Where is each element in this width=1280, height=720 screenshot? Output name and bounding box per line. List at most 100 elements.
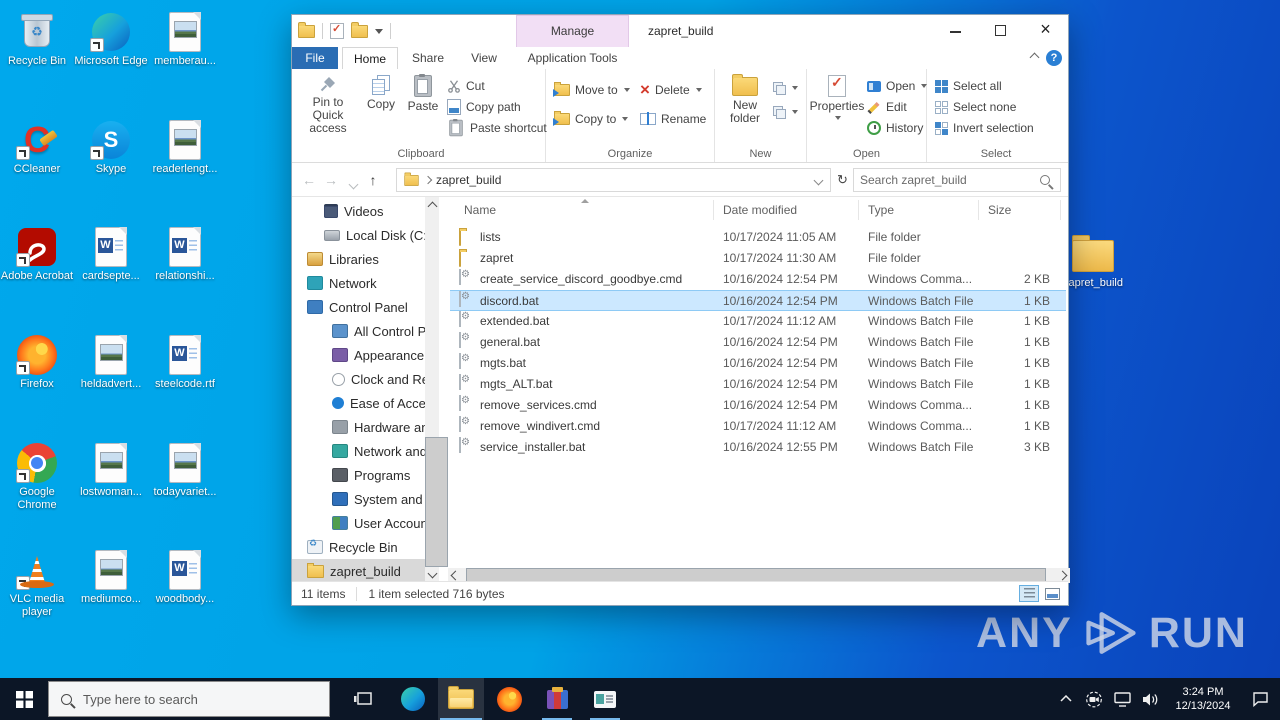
nav-item-system-security[interactable]: System and Se [292, 487, 425, 511]
invert-selection-button[interactable]: Invert selection [935, 119, 1034, 137]
file-row[interactable]: extended.bat 10/17/2024 11:12 AM Windows… [450, 311, 1066, 332]
nav-item-hardware-sound[interactable]: Hardware and [292, 415, 425, 439]
taskbar-explorer-button[interactable] [438, 678, 484, 720]
start-button[interactable] [0, 678, 48, 720]
collapse-ribbon-icon[interactable] [1030, 51, 1040, 61]
file-row[interactable]: lists 10/17/2024 11:05 AM File folder [450, 227, 1066, 248]
copy-to-button[interactable]: Copy to [554, 110, 628, 128]
desktop-icon-woodbody[interactable]: woodbody... [148, 550, 222, 606]
nav-item-videos[interactable]: Videos [292, 199, 425, 223]
volume-tray-button[interactable] [1140, 678, 1160, 720]
nav-item-recycle-bin[interactable]: Recycle Bin [292, 535, 425, 559]
column-header-name[interactable]: Name [464, 197, 496, 223]
easy-access-button[interactable] [773, 79, 798, 97]
desktop-icon-firefox[interactable]: Firefox [0, 335, 74, 391]
select-all-button[interactable]: Select all [935, 77, 1002, 95]
desktop-icon-memberau[interactable]: memberau... [148, 12, 222, 68]
file-row[interactable]: service_installer.bat 10/16/2024 12:55 P… [450, 437, 1066, 458]
desktop-icon-vlc[interactable]: VLC media player [0, 550, 74, 619]
taskbar-app-button[interactable] [582, 678, 628, 720]
tab-home[interactable]: Home [342, 47, 398, 69]
close-button[interactable] [1023, 15, 1068, 46]
tab-share[interactable]: Share [400, 47, 456, 69]
edit-button[interactable]: Edit [867, 98, 907, 116]
folder-icon[interactable] [298, 25, 315, 38]
scrollbar-thumb[interactable] [425, 437, 448, 567]
nav-item-clock-region[interactable]: Clock and Regi [292, 367, 425, 391]
taskbar-firefox-button[interactable] [486, 678, 532, 720]
desktop-icon-skype[interactable]: Skype [74, 120, 148, 176]
nav-scrollbar[interactable] [425, 197, 439, 583]
select-none-button[interactable]: Select none [935, 98, 1016, 116]
file-row[interactable]: general.bat 10/16/2024 12:54 PM Windows … [450, 332, 1066, 353]
file-row[interactable]: mgts_ALT.bat 10/16/2024 12:54 PM Windows… [450, 374, 1066, 395]
copy-path-button[interactable]: Copy path [447, 98, 521, 116]
details-view-button[interactable] [1019, 585, 1039, 602]
file-row[interactable]: create_service_discord_goodbye.cmd 10/16… [450, 269, 1066, 290]
nav-item-libraries[interactable]: Libraries [292, 247, 425, 271]
tab-application-tools[interactable]: Application Tools [516, 47, 629, 69]
maximize-button[interactable] [978, 15, 1023, 46]
tab-file[interactable]: File [292, 47, 338, 69]
desktop-icon-mediumco[interactable]: mediumco... [74, 550, 148, 606]
desktop-icon-recycle-bin[interactable]: Recycle Bin [0, 12, 74, 68]
desktop-icon-lostwoman[interactable]: lostwoman... [74, 443, 148, 499]
address-box[interactable]: zapret_build [396, 168, 831, 192]
paste-shortcut-button[interactable]: Paste shortcut [447, 119, 547, 137]
nav-item-control-panel[interactable]: Control Panel [292, 295, 425, 319]
nav-item-local-disk[interactable]: Local Disk (C:) [292, 223, 425, 247]
nav-item-ease-of-access[interactable]: Ease of Access [292, 391, 425, 415]
desktop-icon-steelcode[interactable]: steelcode.rtf [148, 335, 222, 391]
desktop-icon-relationshi[interactable]: relationshi... [148, 227, 222, 283]
taskbar-edge-button[interactable] [390, 678, 436, 720]
file-row[interactable]: mgts.bat 10/16/2024 12:54 PM Windows Bat… [450, 353, 1066, 374]
history-button[interactable]: History [867, 119, 923, 137]
chevron-down-icon[interactable] [375, 29, 383, 34]
meet-now-button[interactable] [1084, 678, 1104, 720]
desktop-icon-chrome[interactable]: Google Chrome [0, 443, 74, 512]
chevron-down-icon[interactable] [814, 175, 824, 185]
forward-button[interactable]: → [322, 170, 340, 190]
desktop-icon-ccleaner[interactable]: CCleaner [0, 120, 74, 176]
file-row[interactable]: remove_windivert.cmd 10/17/2024 11:12 AM… [450, 416, 1066, 437]
hidden-icons-button[interactable] [1056, 678, 1076, 720]
back-button[interactable]: ← [300, 170, 318, 190]
taskbar-search[interactable] [48, 681, 330, 717]
scroll-left-icon[interactable] [451, 571, 461, 581]
rename-button[interactable]: Rename [640, 110, 706, 128]
new-folder-button[interactable]: New folder [721, 74, 769, 125]
properties-button[interactable]: Properties [811, 75, 863, 120]
search-icon[interactable] [1040, 175, 1050, 185]
nav-item-zapret-build[interactable]: zapret_build [292, 559, 425, 583]
desktop-icon-heldadvert[interactable]: heldadvert... [74, 335, 148, 391]
column-header-type[interactable]: Type [868, 197, 894, 223]
copy-button[interactable]: Copy [361, 75, 401, 111]
large-icons-view-button[interactable] [1042, 585, 1062, 602]
new-item-button[interactable] [773, 103, 798, 121]
manage-contextual-tab[interactable]: Manage [516, 15, 629, 47]
desktop-icon-readerlengt[interactable]: readerlengt... [148, 120, 222, 176]
paste-button[interactable]: Paste [403, 75, 443, 113]
nav-item-network[interactable]: Network [292, 271, 425, 295]
delete-button[interactable]: Delete [640, 81, 702, 99]
desktop-icon-todayvariet[interactable]: todayvariet... [148, 443, 222, 499]
action-center-button[interactable] [1246, 678, 1274, 720]
help-button[interactable] [1046, 50, 1062, 66]
file-row-selected[interactable]: discord.bat 10/16/2024 12:54 PM Windows … [450, 290, 1066, 311]
taskbar-search-input[interactable] [81, 691, 329, 708]
network-tray-button[interactable] [1112, 678, 1132, 720]
desktop-icon-cardsepte[interactable]: cardsepte... [74, 227, 148, 283]
file-row[interactable]: zapret 10/17/2024 11:30 AM File folder [450, 248, 1066, 269]
tab-view[interactable]: View [458, 47, 510, 69]
taskbar-winrar-button[interactable] [534, 678, 580, 720]
nav-item-programs[interactable]: Programs [292, 463, 425, 487]
up-button[interactable]: ↑ [364, 170, 382, 190]
column-header-date[interactable]: Date modified [723, 197, 797, 223]
minimize-button[interactable] [933, 15, 978, 46]
nav-item-all-control-panel[interactable]: All Control Par [292, 319, 425, 343]
task-view-button[interactable] [340, 678, 386, 720]
search-box[interactable] [853, 168, 1061, 192]
nav-item-network-internet[interactable]: Network and In [292, 439, 425, 463]
scroll-right-icon[interactable] [1058, 571, 1068, 581]
recent-locations-icon[interactable] [344, 173, 362, 193]
